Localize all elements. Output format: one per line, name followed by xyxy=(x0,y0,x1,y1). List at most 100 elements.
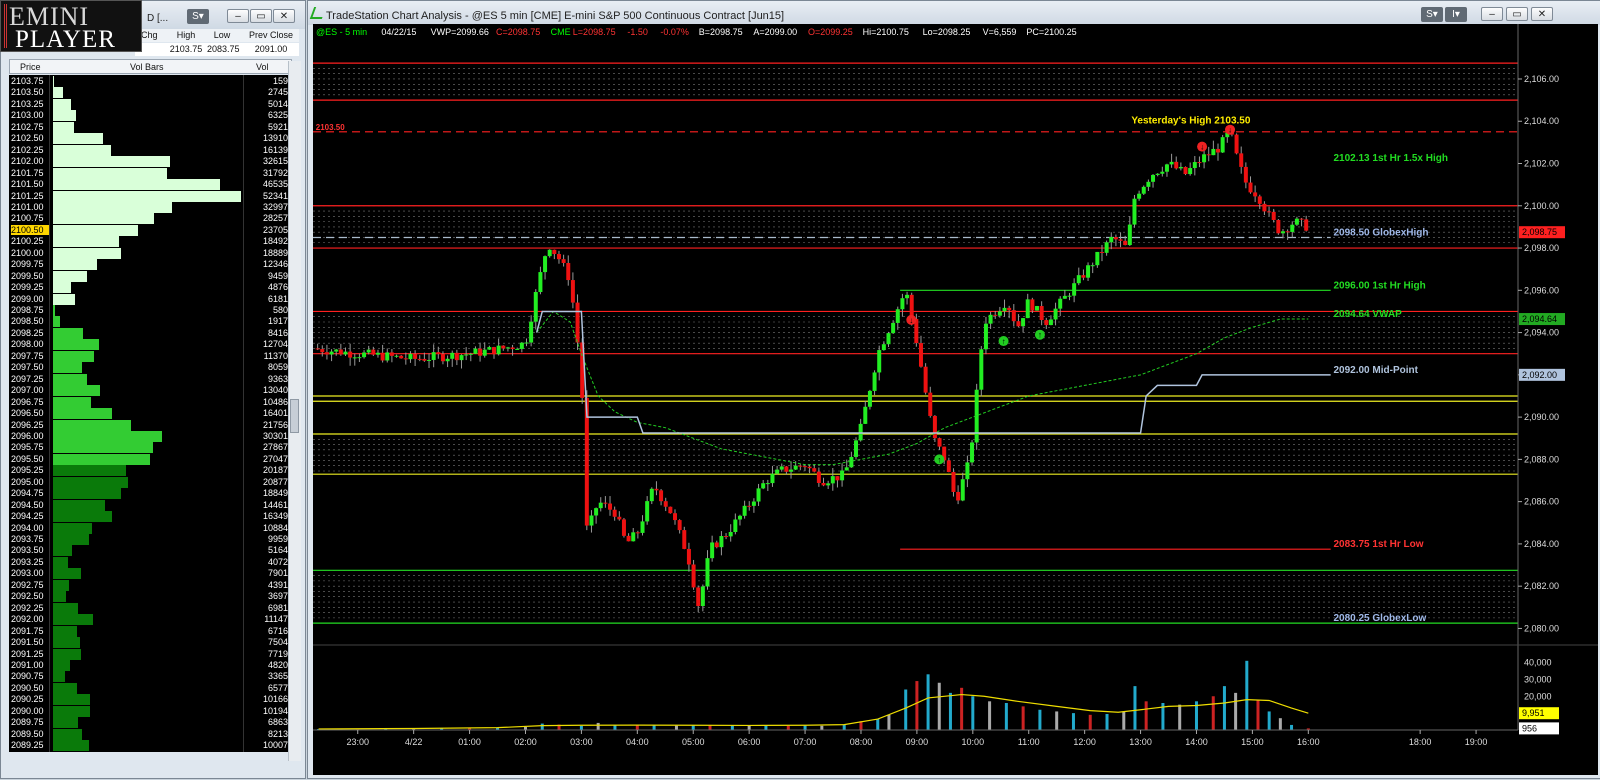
volume-ladder[interactable]: 2103.75 159 2103.50 2745 2103.25 5014 2103.00 6… xyxy=(9,75,292,752)
candle-body xyxy=(612,509,617,517)
close-button[interactable]: ✕ xyxy=(1531,7,1553,21)
candle-body xyxy=(334,349,339,352)
candle-body xyxy=(849,456,854,468)
ladder-price: 2103.00 xyxy=(11,110,44,121)
candle-body xyxy=(338,349,343,355)
time-tick-label: 18:00 xyxy=(1409,737,1432,747)
symbol-menu-button[interactable]: S▾ xyxy=(1421,7,1443,22)
status-item: A=2099.00 xyxy=(753,27,797,37)
ladder-volume: 8416 xyxy=(267,327,288,338)
scrollbar-thumb[interactable] xyxy=(290,399,299,433)
status-item: Lo=2098.25 xyxy=(923,27,971,37)
ladder-volume-bar xyxy=(53,534,89,545)
minimize-button[interactable]: – xyxy=(227,9,249,23)
candle-body xyxy=(1216,148,1221,153)
ladder-volume: 13910 xyxy=(262,133,288,144)
time-tick-label: 16:00 xyxy=(1297,737,1320,747)
ladder-volume: 6325 xyxy=(267,110,288,121)
candle-body xyxy=(1192,162,1197,169)
candle-body xyxy=(1072,283,1077,296)
candle-body xyxy=(473,348,478,354)
ladder-header-price[interactable]: Price xyxy=(20,62,41,72)
volume-bar xyxy=(1267,711,1271,730)
candle-body xyxy=(1137,193,1142,199)
ladder-price: 2102.25 xyxy=(11,144,44,155)
ladder-volume-bar xyxy=(53,511,112,523)
ladder-price: 2094.00 xyxy=(11,522,44,533)
ladder-price: 2100.50 xyxy=(11,224,49,235)
candle-body xyxy=(1104,242,1109,253)
candle-body xyxy=(1164,164,1169,172)
symbol-menu-button[interactable]: S▾ xyxy=(187,9,209,24)
ladder-volume-bar xyxy=(53,396,91,408)
vwap-line xyxy=(536,310,1309,466)
candle-body xyxy=(1155,173,1160,175)
candle-body xyxy=(385,352,390,361)
candle-body xyxy=(375,352,380,355)
time-tick-label: 06:00 xyxy=(738,737,761,747)
ladder-volume-bar xyxy=(53,156,171,168)
ladder-price: 2089.75 xyxy=(11,717,44,728)
ladder-header-vol[interactable]: Vol xyxy=(256,62,269,72)
price-tick-label: 2,100.00 xyxy=(1524,201,1559,211)
candle-body xyxy=(1211,148,1216,156)
candle-body xyxy=(1285,231,1290,233)
candle-body xyxy=(482,349,487,356)
ladder-scrollbar[interactable] xyxy=(288,61,301,761)
candle-body xyxy=(1021,318,1026,327)
candle-body xyxy=(951,471,956,492)
level-label: 2094.64 VWAP xyxy=(1333,309,1402,320)
ladder-volume-bar xyxy=(53,499,105,511)
candle-body xyxy=(445,358,450,362)
price-tick-label: 2,098.00 xyxy=(1524,243,1559,253)
price-tick-label: 2,088.00 xyxy=(1524,454,1559,464)
candle-body xyxy=(348,351,353,358)
ladder-volume-bar xyxy=(53,213,155,225)
ladder-volume: 4820 xyxy=(267,659,288,670)
candle-body xyxy=(1048,319,1053,326)
ladder-volume-bar xyxy=(53,614,94,626)
candle-body xyxy=(733,519,738,533)
restore-button[interactable]: ▭ xyxy=(1506,7,1528,21)
ladder-header-vol-bars[interactable]: Vol Bars xyxy=(130,62,164,72)
volume-bar xyxy=(971,696,975,730)
interval-menu-button[interactable]: I▾ xyxy=(1445,7,1467,22)
candle-body xyxy=(737,515,742,520)
ladder-volume: 27047 xyxy=(262,453,288,464)
chart-titlebar[interactable]: TradeStation Chart Analysis - @ES 5 min … xyxy=(308,1,1600,25)
price-tick-label: 2,084.00 xyxy=(1524,539,1559,549)
volume-bar xyxy=(1278,718,1282,730)
price-tick-label: 2,106.00 xyxy=(1524,74,1559,84)
candle-body xyxy=(928,392,933,416)
close-button[interactable]: ✕ xyxy=(273,9,295,23)
ladder-volume-bar xyxy=(53,201,172,213)
ladder-price: 2089.50 xyxy=(11,728,44,739)
ladder-volume: 27867 xyxy=(262,442,288,453)
candle-body xyxy=(1257,196,1262,204)
candle-body xyxy=(830,476,835,484)
ladder-volume: 4391 xyxy=(267,579,288,590)
candle-body xyxy=(956,491,961,501)
signal-arrow: ↓ xyxy=(909,316,913,325)
ladder-row[interactable]: 2089.25 10007 xyxy=(9,739,292,752)
candle-body xyxy=(1146,181,1151,187)
minimize-button[interactable]: – xyxy=(1481,7,1503,21)
ladder-volume-bar xyxy=(53,236,120,248)
candle-body xyxy=(640,521,645,533)
candle-body xyxy=(816,471,821,483)
ladder-price: 2093.25 xyxy=(11,556,44,567)
ladder-price: 2099.75 xyxy=(11,259,44,270)
candle-body xyxy=(1090,265,1095,267)
ladder-price: 2090.25 xyxy=(11,694,44,705)
ladder-volume: 3697 xyxy=(267,591,288,602)
ladder-volume-bar xyxy=(53,385,100,397)
ladder-price: 2102.75 xyxy=(11,121,44,132)
time-tick-label: 19:00 xyxy=(1465,737,1488,747)
chart-area[interactable]: @ES - 5 min 04/22/15 VWP=2099.66 C=2098.75 C… xyxy=(313,24,1598,775)
status-item: B=2098.75 xyxy=(699,27,743,37)
ladder-volume: 32997 xyxy=(262,201,288,212)
restore-button[interactable]: ▭ xyxy=(250,9,272,23)
volume-tick-label: 20,000 xyxy=(1524,691,1552,701)
emini-player-logo: EMINI PLAYER xyxy=(0,0,142,53)
volume-bar xyxy=(1222,686,1226,730)
